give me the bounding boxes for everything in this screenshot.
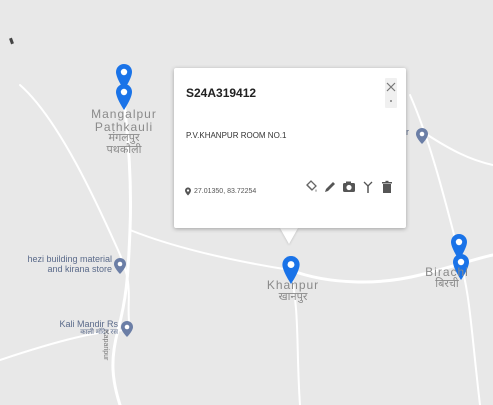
popup-close-button[interactable] [385,78,397,108]
pencil-icon [325,182,335,192]
popup-pointer [280,228,298,244]
place-name: Khanpur [266,278,320,292]
poi-label-line2: and kirana store [47,264,112,275]
popup-title: S24A319412 [186,86,257,100]
paint-bucket-icon [306,180,317,192]
place-hindi: बिरची [435,277,459,290]
place-label-mangalpur: Mangalpur Pathkauli मंगलपुर पथकौली [84,108,164,156]
trash-icon [382,180,392,193]
place-name: Birachi [425,265,469,279]
close-indicator-dot [390,100,392,102]
camera-button[interactable] [342,180,356,196]
poi-marker-icon[interactable] [416,128,428,144]
popup-description: P.V.KHANPUR ROOM NO.1 [186,131,287,140]
coordinates-pin-icon [185,187,191,196]
poi-marker-icon[interactable] [114,258,126,274]
edit-button[interactable] [323,180,337,196]
poi-marker-icon[interactable] [121,321,133,337]
road-name-label: Kaparipur [102,330,109,361]
road [129,229,291,271]
delete-button[interactable] [380,180,394,196]
paint-bucket-button[interactable] [304,180,318,196]
antenna-icon [363,181,373,193]
camera-icon [343,181,355,192]
poi-label-building-store: hezi building material and kirana store [12,254,112,275]
place-hindi-line2: पथकौली [106,143,142,156]
place-hindi: खानपुर [278,290,308,303]
place-label-birachi: Birachi बिरची [412,266,482,290]
road [419,129,493,166]
close-icon [386,82,396,92]
poi-label-line1: hezi building material [27,254,112,264]
place-name-line1: Mangalpur [91,107,157,121]
place-hindi-line1: मंगलपुर [108,132,140,145]
poi-label-line1: Kali Mandir Rs [59,319,118,329]
place-label-khanpur: Khanpur खानपुर [258,279,328,303]
map-canvas[interactable]: Mangalpur Pathkauli मंगलपुर पथकौली Khanp… [0,0,493,405]
popup-coordinates: 27.01350, 83.72254 [194,188,257,195]
location-info-popup: S24A319412 P.V.KHANPUR ROOM NO.1 27.0135… [174,68,406,228]
antenna-button[interactable] [361,180,375,196]
